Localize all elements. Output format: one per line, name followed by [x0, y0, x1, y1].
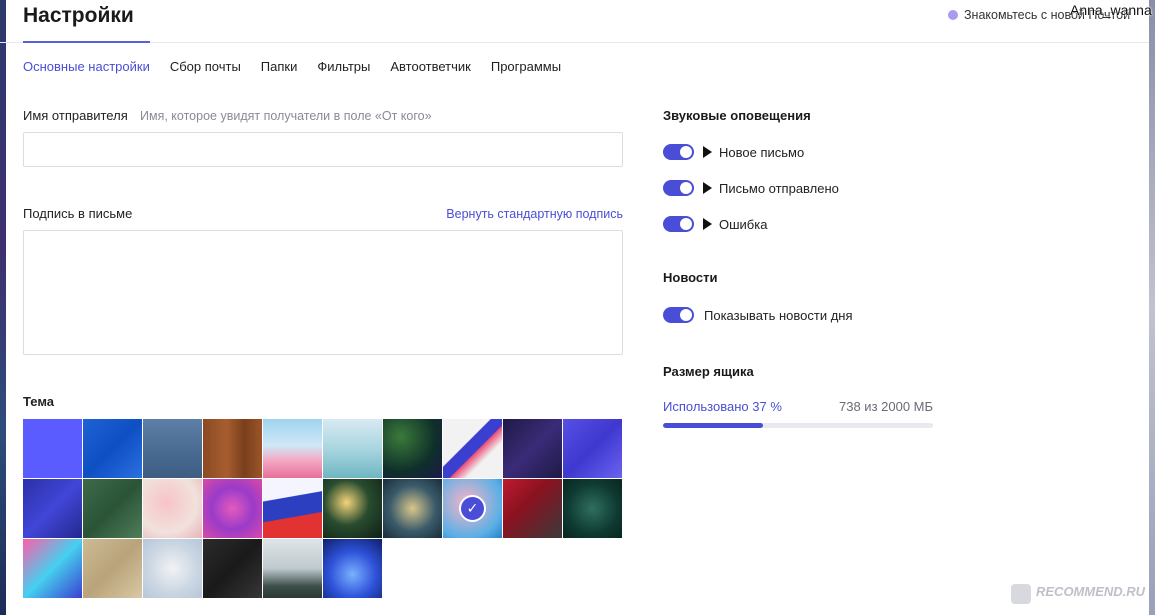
theme-tile-roses[interactable]: [143, 479, 202, 538]
play-icon[interactable]: [703, 218, 712, 230]
checkmark-icon: ✓: [459, 495, 486, 522]
theme-tile-denim[interactable]: [143, 419, 202, 478]
tab-programs[interactable]: Программы: [491, 59, 561, 74]
watermark-text: RECOMMEND.RU: [1036, 584, 1146, 599]
background-edge-right: [1149, 0, 1155, 615]
theme-tile-solid-blue[interactable]: [23, 419, 82, 478]
username: Anna_wanna: [1070, 2, 1152, 18]
theme-tile-purple-flowers[interactable]: [203, 479, 262, 538]
theme-tile-lightning-pattern[interactable]: [503, 419, 562, 478]
sender-name-label: Имя отправителя: [23, 108, 128, 123]
sender-name-hint: Имя, которое увидят получатели в поле «О…: [140, 109, 432, 123]
tab-autoresponder[interactable]: Автоответчик: [390, 59, 470, 74]
mailbox-size-title: Размер ящика: [663, 364, 754, 379]
play-icon[interactable]: [703, 146, 712, 158]
news-title: Новости: [663, 270, 718, 285]
signature-label: Подпись в письме: [23, 206, 133, 221]
recommend-logo-icon: [1011, 584, 1031, 604]
sound-toggle-error[interactable]: [663, 216, 694, 232]
play-icon[interactable]: [703, 182, 712, 194]
sound-notifications-title: Звуковые оповещения: [663, 108, 811, 123]
promo-dot-icon: [948, 10, 958, 20]
theme-tile-tropical-leaves[interactable]: [383, 419, 442, 478]
settings-tabs: Основные настройки Сбор почты Папки Филь…: [23, 59, 581, 74]
theme-tile-fireworks[interactable]: [23, 539, 82, 598]
sound-toggle-sent[interactable]: [663, 180, 694, 196]
tab-general-settings[interactable]: Основные настройки: [23, 59, 150, 74]
tab-mail-collection[interactable]: Сбор почты: [170, 59, 241, 74]
theme-tile-white-blossom[interactable]: [143, 539, 202, 598]
theme-tile-pine-branches[interactable]: [563, 479, 622, 538]
sound-label-error: Ошибка: [719, 216, 768, 232]
reset-signature-link[interactable]: Вернуть стандартную подпись: [446, 207, 623, 221]
sound-label-new-mail: Новое письмо: [719, 144, 805, 160]
theme-tile-red-gifts[interactable]: [503, 479, 562, 538]
theme-tile-green-stars[interactable]: [83, 479, 142, 538]
sender-name-input[interactable]: [23, 132, 623, 167]
theme-tile-starfish-sand[interactable]: [83, 539, 142, 598]
theme-tile-christmas-bokeh[interactable]: [323, 479, 382, 538]
news-row: Показывать новости дня: [663, 307, 853, 323]
theme-tile-misty-mountains[interactable]: [263, 539, 322, 598]
theme-tile-misty-lake[interactable]: [323, 419, 382, 478]
theme-tile-dark-stone[interactable]: [203, 539, 262, 598]
sound-row-sent: Письмо отправлено: [663, 180, 839, 196]
theme-tile-pink-flowers-sky[interactable]: [263, 419, 322, 478]
theme-tile-bokeh-lights[interactable]: [383, 479, 442, 538]
theme-tile-wood[interactable]: [203, 419, 262, 478]
sound-label-sent: Письмо отправлено: [719, 180, 839, 196]
sound-row-error: Ошибка: [663, 216, 767, 232]
mailbox-used-amount: 738 из 2000 МБ: [839, 399, 934, 414]
theme-tile-blue-knit[interactable]: [83, 419, 142, 478]
tab-filters[interactable]: Фильтры: [317, 59, 370, 74]
background-edge-left: [0, 0, 6, 615]
theme-tile-blue-triangles[interactable]: [563, 419, 622, 478]
theme-label: Тема: [23, 394, 55, 409]
sound-row-new-mail: Новое письмо: [663, 144, 804, 160]
news-toggle[interactable]: [663, 307, 694, 323]
header-divider: [0, 42, 1149, 43]
title-underline: [23, 41, 150, 43]
theme-tile-russian-flag[interactable]: [263, 479, 322, 538]
signature-textarea[interactable]: [23, 230, 623, 355]
news-toggle-label: Показывать новости дня: [704, 307, 853, 323]
theme-grid: ✓: [23, 419, 622, 598]
theme-tile-pink-pig[interactable]: ✓: [443, 479, 502, 538]
sound-toggle-new-mail[interactable]: [663, 144, 694, 160]
mailbox-used-label: Использовано 37 %: [663, 399, 782, 414]
mailbox-usage-bar: [663, 423, 933, 428]
page-title: Настройки: [23, 4, 134, 27]
theme-tile-jellyfish[interactable]: [323, 539, 382, 598]
tab-folders[interactable]: Папки: [261, 59, 298, 74]
theme-tile-gift-boxes[interactable]: [23, 479, 82, 538]
mailbox-usage-fill: [663, 423, 763, 428]
theme-tile-geometric-triangles[interactable]: [443, 419, 502, 478]
